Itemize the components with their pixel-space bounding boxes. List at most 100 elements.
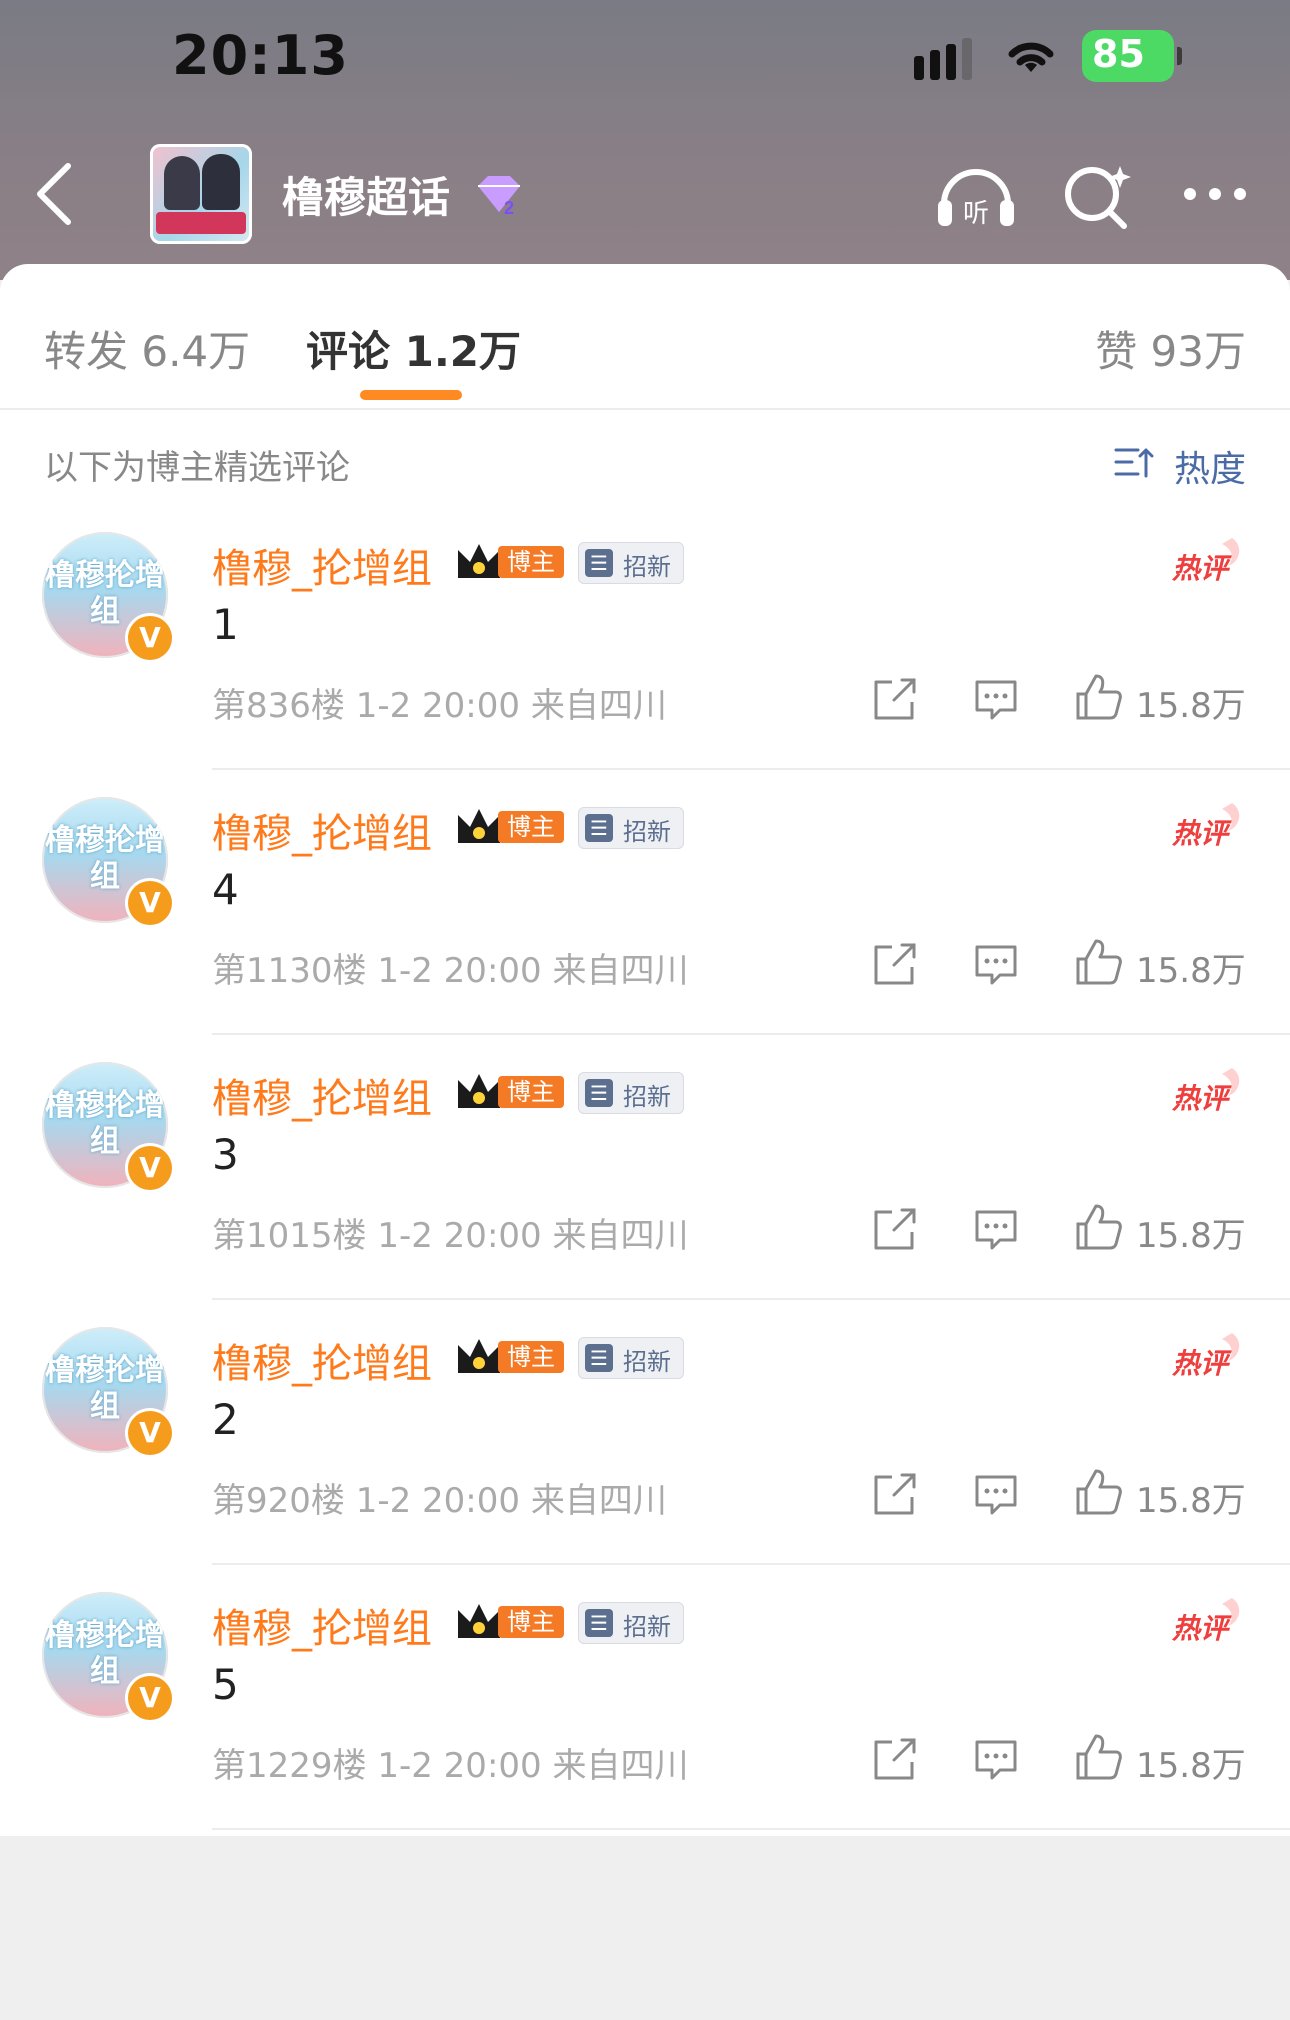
host-badge: 博主	[454, 1335, 564, 1379]
listen-label: 听	[963, 199, 989, 229]
divider	[212, 1298, 1290, 1300]
recruit-icon: ☰	[585, 1609, 613, 1637]
host-badge: 博主	[454, 1070, 564, 1114]
tab-likes[interactable]: 赞 93万	[1095, 318, 1246, 379]
tab-repost[interactable]: 转发 6.4万	[44, 318, 250, 379]
username[interactable]: 橹穆_抡增组	[212, 536, 432, 594]
reply-icon[interactable]	[974, 678, 1018, 722]
sort-label: 热度	[1173, 449, 1246, 490]
crown-icon	[458, 544, 500, 578]
status-time: 20:13	[172, 24, 349, 87]
recruit-badge[interactable]: ☰ 招新	[578, 807, 684, 849]
recruit-icon: ☰	[585, 814, 613, 842]
recruit-badge-label: 招新	[623, 1083, 671, 1111]
divider	[212, 1563, 1290, 1565]
recruit-badge[interactable]: ☰ 招新	[578, 1072, 684, 1114]
more-icon[interactable]	[1182, 184, 1248, 204]
username[interactable]: 橹穆_抡增组	[212, 1331, 432, 1389]
tab-indicator	[360, 390, 462, 400]
comments-card: 转发 6.4万 评论 1.2万 赞 93万 以下为博主精选评论 热度 橹穆抡增组…	[0, 264, 1290, 1836]
hot-comment-badge: 热评	[1171, 1598, 1240, 1645]
comment-text: 1	[212, 600, 239, 649]
sort-button[interactable]: 热度	[1114, 440, 1246, 490]
comment-meta: 第920楼 1-2 20:00 来自四川	[212, 1481, 667, 1521]
recruit-badge-label: 招新	[623, 1348, 671, 1376]
back-icon[interactable]	[30, 160, 78, 228]
username[interactable]: 橹穆_抡增组	[212, 1066, 432, 1124]
share-icon[interactable]	[872, 678, 918, 722]
share-icon[interactable]	[872, 1208, 918, 1252]
username[interactable]: 橹穆_抡增组	[212, 1596, 432, 1654]
verified-badge-icon: V	[128, 1146, 172, 1190]
verified-badge-icon: V	[128, 616, 172, 660]
host-badge-label: 博主	[498, 1076, 564, 1108]
comment-item: 橹穆抡增组 V 橹穆_抡增组 博主 ☰ 招新 热评 4 第1130楼 1-2 2…	[0, 773, 1290, 1037]
featured-comments-label: 以下为博主精选评论	[44, 448, 350, 488]
host-badge: 博主	[454, 540, 564, 584]
like-icon[interactable]	[1074, 1202, 1124, 1252]
divider	[212, 768, 1290, 770]
tab-comments[interactable]: 评论 1.2万	[306, 318, 521, 379]
recruit-badge-label: 招新	[623, 553, 671, 581]
like-count: 15.8万	[1136, 1746, 1246, 1786]
host-badge: 博主	[454, 805, 564, 849]
crown-icon	[458, 1339, 500, 1373]
topic-title[interactable]: 橹穆超话	[282, 164, 450, 225]
crown-icon	[458, 1604, 500, 1638]
verified-badge-icon: V	[128, 1676, 172, 1720]
battery-indicator: 85	[1082, 30, 1182, 82]
like-icon[interactable]	[1074, 1732, 1124, 1782]
tab-bar: 转发 6.4万 评论 1.2万 赞 93万	[0, 264, 1290, 410]
wifi-icon	[1008, 42, 1054, 72]
comment-text: 4	[212, 865, 239, 914]
listen-icon[interactable]: 听	[934, 160, 1018, 232]
share-icon[interactable]	[872, 1738, 918, 1782]
hot-comment-label: 热评	[1171, 1082, 1232, 1115]
like-count: 15.8万	[1136, 686, 1246, 726]
recruit-badge[interactable]: ☰ 招新	[578, 1337, 684, 1379]
topic-thumbnail[interactable]	[150, 144, 252, 244]
hot-comment-badge: 热评	[1171, 803, 1240, 850]
crown-icon	[458, 809, 500, 843]
like-count: 15.8万	[1136, 951, 1246, 991]
recruit-badge-label: 招新	[623, 818, 671, 846]
comment-item: 橹穆抡增组 V 橹穆_抡增组 博主 ☰ 招新 热评 2 第920楼 1-2 20…	[0, 1303, 1290, 1567]
username[interactable]: 橹穆_抡增组	[212, 801, 432, 859]
comment-item: 橹穆抡增组 V 橹穆_抡增组 博主 ☰ 招新 热评 1 第836楼 1-2 20…	[0, 508, 1290, 772]
share-icon[interactable]	[872, 1473, 918, 1517]
recruit-icon: ☰	[585, 1344, 613, 1372]
cellular-signal-icon	[914, 38, 972, 80]
reply-icon[interactable]	[974, 1208, 1018, 1252]
like-icon[interactable]	[1074, 937, 1124, 987]
hot-comment-label: 热评	[1171, 1347, 1232, 1380]
like-icon[interactable]	[1074, 672, 1124, 722]
like-count: 15.8万	[1136, 1481, 1246, 1521]
crown-icon	[458, 1074, 500, 1108]
hot-comment-badge: 热评	[1171, 538, 1240, 585]
hot-comment-label: 热评	[1171, 817, 1232, 850]
hot-comment-label: 热评	[1171, 552, 1232, 585]
like-icon[interactable]	[1074, 1467, 1124, 1517]
hot-comment-label: 热评	[1171, 1612, 1232, 1645]
comment-item: 橹穆抡增组 V 橹穆_抡增组 博主 ☰ 招新 热评 3 第1015楼 1-2 2…	[0, 1038, 1290, 1302]
comment-text: 3	[212, 1130, 239, 1179]
sort-icon	[1114, 448, 1154, 478]
hot-comment-badge: 热评	[1171, 1333, 1240, 1380]
host-badge-label: 博主	[498, 811, 564, 843]
host-badge-label: 博主	[498, 1606, 564, 1638]
like-count: 15.8万	[1136, 1216, 1246, 1256]
vip-diamond-icon: 2	[478, 176, 520, 216]
host-badge: 博主	[454, 1600, 564, 1644]
reply-icon[interactable]	[974, 943, 1018, 987]
recruit-badge[interactable]: ☰ 招新	[578, 1602, 684, 1644]
reply-icon[interactable]	[974, 1738, 1018, 1782]
header: 20:13 85 橹穆超话 2 听	[0, 0, 1290, 280]
host-badge-label: 博主	[498, 546, 564, 578]
comment-meta: 第1130楼 1-2 20:00 来自四川	[212, 951, 689, 991]
comment-meta: 第1015楼 1-2 20:00 来自四川	[212, 1216, 689, 1256]
search-icon[interactable]	[1060, 160, 1134, 232]
divider	[212, 1033, 1290, 1035]
recruit-badge[interactable]: ☰ 招新	[578, 542, 684, 584]
reply-icon[interactable]	[974, 1473, 1018, 1517]
share-icon[interactable]	[872, 943, 918, 987]
